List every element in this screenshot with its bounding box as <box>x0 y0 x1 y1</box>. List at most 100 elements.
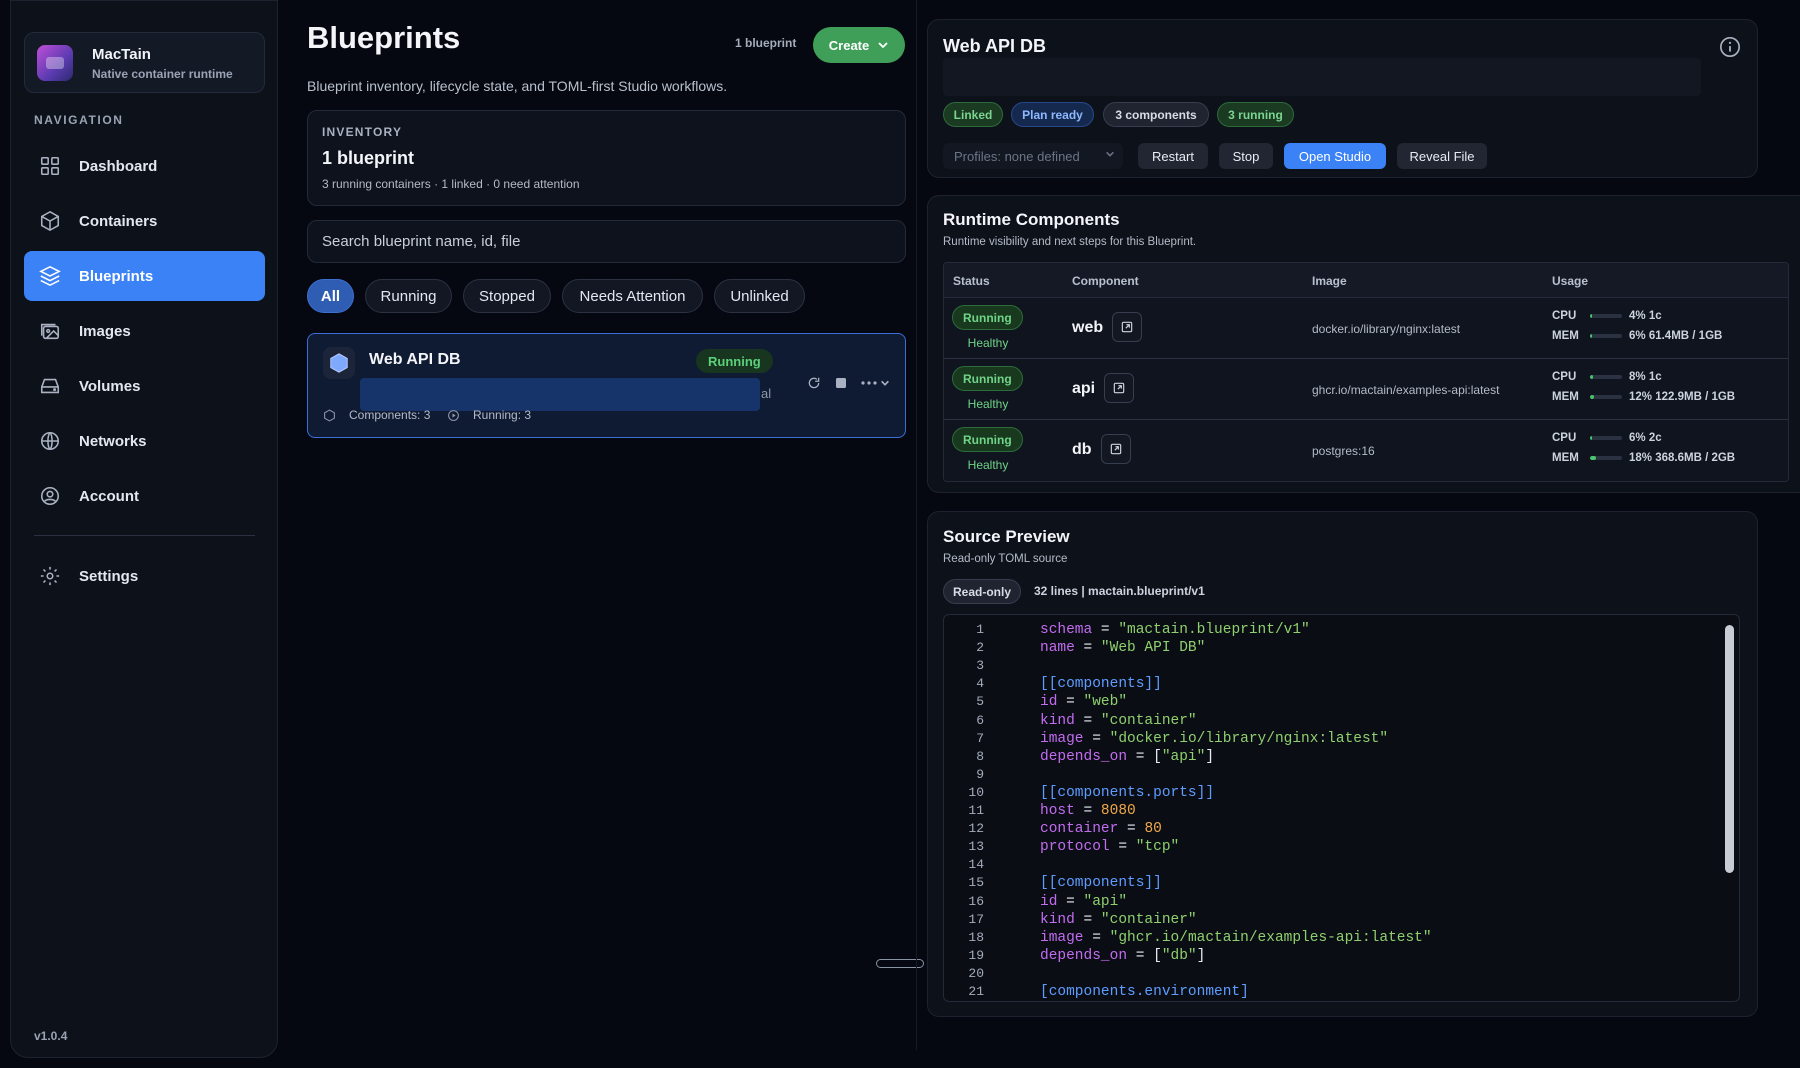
redacted-description <box>943 58 1701 96</box>
inventory-card: INVENTORY 1 blueprint 3 running containe… <box>307 110 906 206</box>
table-header: Status Component Image Usage <box>944 263 1788 298</box>
runtime-panel: Runtime Components Runtime visibility an… <box>927 195 1800 493</box>
images-icon <box>40 323 60 340</box>
brand-card[interactable]: MacTain Native container runtime <box>24 32 265 93</box>
sidebar-item-account[interactable]: Account <box>24 471 265 521</box>
code-text: kind = "container" <box>1040 712 1197 729</box>
create-button[interactable]: Create <box>813 27 905 63</box>
usage-fill <box>1590 334 1592 338</box>
search-input[interactable] <box>307 220 906 263</box>
health-label: Healthy <box>967 397 1009 411</box>
sidebar-item-blueprints[interactable]: Blueprints <box>24 251 265 301</box>
inventory-label: INVENTORY <box>322 125 403 139</box>
page-title: Blueprints <box>307 20 461 55</box>
open-component-button[interactable] <box>1112 312 1142 342</box>
app-name: MacTain <box>92 46 151 63</box>
profiles-select[interactable]: Profiles: none defined <box>943 143 1123 169</box>
reveal-file-button[interactable]: Reveal File <box>1397 143 1487 169</box>
cpu-value: 6% 2c <box>1629 432 1662 444</box>
table-row[interactable]: Running Healthy api ghcr.io/mactain/exam… <box>944 359 1788 420</box>
code-editor[interactable]: 1 schema = "mactain.blueprint/v1" 2 name = … <box>943 614 1740 1002</box>
code-text: image = "docker.io/library/nginx:latest" <box>1040 730 1389 747</box>
globe-icon <box>40 431 60 451</box>
usage-fill <box>1590 436 1592 440</box>
table-row[interactable]: Running Healthy web docker.io/library/ng… <box>944 298 1788 359</box>
mem-usage: MEM 12% 122.9MB / 1GB <box>1552 391 1735 403</box>
more-dots-icon <box>861 381 877 385</box>
detail-title: Web API DB <box>943 36 1047 56</box>
tag-plan-ready: Plan ready <box>1011 102 1094 127</box>
cube-icon <box>324 408 335 422</box>
filter-all[interactable]: All <box>307 279 354 313</box>
hexagon-icon <box>323 347 355 379</box>
gear-icon <box>40 566 60 586</box>
nav-heading: NAVIGATION <box>34 113 124 127</box>
cpu-usage: CPU 4% 1c <box>1552 310 1662 322</box>
sidebar-item-label: Account <box>79 487 139 505</box>
filter-running[interactable]: Running <box>365 279 452 313</box>
mem-value: 12% 122.9MB / 1GB <box>1629 391 1736 403</box>
blueprint-card[interactable]: Web API DB Running al Components: 3 Runn… <box>307 333 906 438</box>
restart-icon[interactable] <box>807 376 821 390</box>
restart-button[interactable]: Restart <box>1138 143 1208 169</box>
open-component-button[interactable] <box>1104 373 1134 403</box>
usage-fill <box>1590 456 1596 460</box>
open-studio-button[interactable]: Open Studio <box>1284 143 1386 169</box>
line-number: 3 <box>976 658 984 674</box>
profiles-select-value: Profiles: none defined <box>954 148 1080 164</box>
info-icon[interactable] <box>1719 36 1741 58</box>
cpu-label: CPU <box>1552 432 1577 444</box>
sidebar-item-dashboard[interactable]: Dashboard <box>24 141 265 191</box>
sidebar-item-label: Volumes <box>79 377 141 395</box>
blueprint-count: 1 blueprint <box>735 36 797 50</box>
sidebar-item-images[interactable]: Images <box>24 306 265 356</box>
usage-fill <box>1590 375 1593 379</box>
status-badge: Running <box>952 366 1023 391</box>
cpu-value: 4% 1c <box>1629 310 1662 322</box>
filter-needs-attention[interactable]: Needs Attention <box>562 279 703 313</box>
filter-unlinked[interactable]: Unlinked <box>714 279 805 313</box>
cpu-bar <box>1590 314 1622 318</box>
open-component-button[interactable] <box>1101 434 1131 464</box>
scrollbar[interactable] <box>1725 625 1734 873</box>
mem-label: MEM <box>1552 452 1579 464</box>
sidebar-item-label: Dashboard <box>79 157 158 175</box>
tag-linked: Linked <box>943 102 1003 127</box>
filter-stopped[interactable]: Stopped <box>463 279 551 313</box>
line-number: 8 <box>976 748 984 764</box>
code-text: [[components.ports]] <box>1040 784 1215 801</box>
external-link-icon <box>1113 382 1125 394</box>
line-number: 22 <box>944 1001 984 1002</box>
sidebar-item-label: Networks <box>79 432 147 450</box>
mem-bar <box>1590 334 1622 338</box>
component-name: web <box>1072 319 1104 336</box>
read-only-badge: Read-only <box>943 579 1022 604</box>
table-row[interactable]: Running Healthy db postgres:16 CPU 6% 2c… <box>944 420 1788 481</box>
mem-value: 6% 61.4MB / 1GB <box>1629 330 1723 342</box>
page-subtitle: Blueprint inventory, lifecycle state, an… <box>307 78 728 94</box>
dashboard-icon <box>40 156 60 176</box>
inventory-detail: 3 running containers · 1 linked · 0 need… <box>322 177 580 191</box>
column-header-component: Component <box>1072 274 1139 288</box>
sidebar-item-settings[interactable]: Settings <box>24 551 265 601</box>
sidebar-item-volumes[interactable]: Volumes <box>24 361 265 411</box>
stop-button[interactable]: Stop <box>1219 143 1273 169</box>
usage-fill <box>1590 395 1594 399</box>
stop-icon[interactable] <box>835 377 847 389</box>
source-meta: 32 lines | mactain.blueprint/v1 <box>1034 584 1205 598</box>
components-count: Components: 3 <box>349 408 431 422</box>
line-number: 20 <box>968 965 984 981</box>
code-text: [[components]] <box>1040 676 1162 693</box>
external-link-icon <box>1121 321 1133 333</box>
image-name: ghcr.io/mactain/examples-api:latest <box>1312 383 1500 397</box>
code-text: id = "web" <box>1040 694 1128 711</box>
tag-components: 3 components <box>1103 102 1209 127</box>
more-menu[interactable] <box>861 378 890 388</box>
image-name: postgres:16 <box>1312 444 1375 458</box>
mem-bar <box>1590 395 1622 399</box>
code-text: image = "ghcr.io/mactain/examples-api:la… <box>1040 929 1432 946</box>
chevron-down-icon <box>881 380 889 386</box>
sidebar-item-containers[interactable]: Containers <box>24 196 265 246</box>
inventory-value: 1 blueprint <box>322 148 415 168</box>
sidebar-item-networks[interactable]: Networks <box>24 416 265 466</box>
